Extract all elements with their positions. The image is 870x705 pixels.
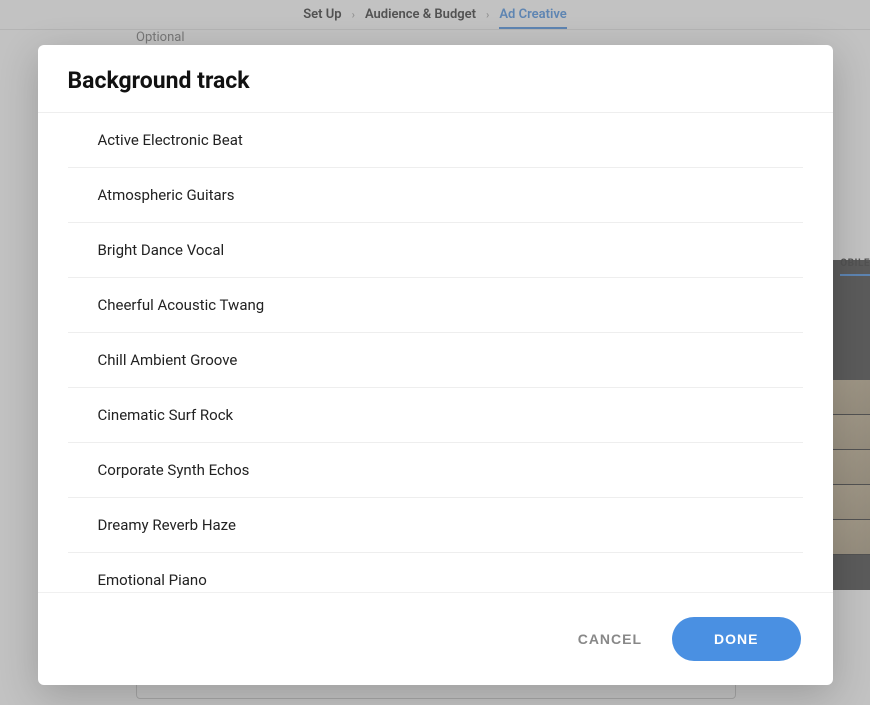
modal-header: Background track (38, 45, 833, 112)
track-item[interactable]: Active Electronic Beat (68, 113, 803, 168)
track-item[interactable]: Cheerful Acoustic Twang (68, 278, 803, 333)
track-item[interactable]: Chill Ambient Groove (68, 333, 803, 388)
modal-overlay: Background track Active Electronic Beat … (0, 0, 870, 705)
track-item[interactable]: Bright Dance Vocal (68, 223, 803, 278)
cancel-button[interactable]: CANCEL (578, 631, 642, 647)
track-list-scroll[interactable]: Active Electronic Beat Atmospheric Guita… (38, 112, 833, 592)
track-item[interactable]: Cinematic Surf Rock (68, 388, 803, 443)
modal-title: Background track (68, 67, 803, 94)
track-item[interactable]: Atmospheric Guitars (68, 168, 803, 223)
background-track-modal: Background track Active Electronic Beat … (38, 45, 833, 685)
track-item[interactable]: Corporate Synth Echos (68, 443, 803, 498)
modal-footer: CANCEL DONE (38, 592, 833, 685)
track-list: Active Electronic Beat Atmospheric Guita… (38, 113, 833, 592)
track-item[interactable]: Emotional Piano (68, 553, 803, 592)
track-item[interactable]: Dreamy Reverb Haze (68, 498, 803, 553)
done-button[interactable]: DONE (672, 617, 800, 661)
